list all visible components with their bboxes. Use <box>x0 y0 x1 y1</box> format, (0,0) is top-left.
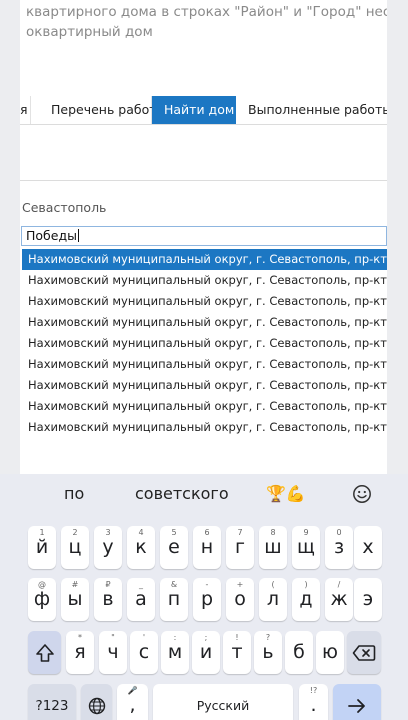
key[interactable]: 4к <box>127 526 155 569</box>
key[interactable]: ? ь <box>254 631 282 674</box>
intro-line-2: оквартирный дом <box>26 24 153 40</box>
comma-key[interactable]: 🎤, <box>117 684 148 720</box>
tab-partial[interactable]: я <box>20 96 31 124</box>
suggestion-item[interactable]: Нахимовский муниципальный округ, г. Сева… <box>22 291 387 312</box>
suggestion-strip: по советского 🏆💪 <box>0 474 408 516</box>
intro-line-1: квартирного дома в строках "Район" и "Го… <box>26 4 387 20</box>
key[interactable]: (л <box>259 578 287 621</box>
space-key[interactable]: Русский <box>153 684 293 720</box>
suggestion-item[interactable]: Нахимовский муниципальный округ, г. Сева… <box>22 249 387 270</box>
key[interactable]: 1й <box>28 526 56 569</box>
prediction-3[interactable]: 🏆💪 <box>266 484 306 503</box>
key[interactable]: -р <box>193 578 221 621</box>
street-search-input[interactable]: Победы <box>21 226 387 246</box>
shift-key[interactable] <box>28 631 61 674</box>
key[interactable]: 7г <box>226 526 254 569</box>
key[interactable]: ю <box>316 631 344 674</box>
key[interactable]: _ а <box>127 578 155 621</box>
suggestion-item[interactable]: Нахимовский муниципальный округ, г. Сева… <box>22 375 387 396</box>
suggestion-item[interactable]: Нахимовский муниципальный округ, г. Сева… <box>22 333 387 354</box>
key[interactable]: 0з <box>325 526 353 569</box>
prediction-2[interactable]: советского <box>135 484 229 503</box>
key[interactable]: ' с <box>130 631 158 674</box>
key[interactable]: + о <box>226 578 254 621</box>
tab-completed-works[interactable]: Выполненные работы <box>236 96 387 124</box>
key[interactable]: 6н <box>193 526 221 569</box>
tab-find-house[interactable]: Найти дом <box>152 96 236 124</box>
key[interactable]: б <box>285 631 313 674</box>
key[interactable]: э <box>354 578 382 621</box>
enter-key[interactable] <box>333 684 381 720</box>
key[interactable]: " ч <box>99 631 127 674</box>
suggestion-item[interactable]: Нахимовский муниципальный округ, г. Сева… <box>22 396 387 417</box>
backspace-icon <box>352 644 376 661</box>
shift-icon <box>35 643 54 662</box>
language-key[interactable] <box>81 684 112 720</box>
key[interactable]: @ ф <box>28 578 56 621</box>
symbols-key[interactable]: ?123 <box>28 684 76 720</box>
suggestion-item[interactable]: Нахимовский муниципальный округ, г. Сева… <box>22 312 387 333</box>
key[interactable]: * я <box>66 631 94 674</box>
page-content: квартирного дома в строках "Район" и "Го… <box>20 0 387 474</box>
on-screen-keyboard: по советского 🏆💪 1й 2ц 3у 4к 5е 6н 7г 8ш… <box>0 474 408 720</box>
key[interactable]: ) д <box>292 578 320 621</box>
text-caret <box>77 229 79 242</box>
backspace-key[interactable] <box>347 631 381 674</box>
tab-work-list[interactable]: Перечень работ <box>31 96 157 124</box>
key[interactable]: :м <box>161 631 189 674</box>
suggestion-item[interactable]: Нахимовский муниципальный округ, г. Сева… <box>22 270 387 291</box>
key[interactable]: ! т <box>223 631 251 674</box>
tab-bar: я Перечень работ Найти дом Выполненные р… <box>20 96 387 125</box>
key[interactable]: / ж <box>325 578 353 621</box>
suggestion-list: Нахимовский муниципальный округ, г. Сева… <box>22 249 387 439</box>
search-input-value: Победы <box>26 228 77 243</box>
prediction-1[interactable]: по <box>64 484 84 503</box>
key[interactable]: 2ц <box>61 526 89 569</box>
suggestion-item[interactable]: Нахимовский муниципальный округ, г. Сева… <box>22 354 387 375</box>
key[interactable]: 9щ <box>292 526 320 569</box>
key[interactable]: 5е <box>160 526 188 569</box>
key[interactable]: & п <box>160 578 188 621</box>
globe-icon <box>88 697 105 714</box>
city-label: Севастополь <box>22 200 107 215</box>
arrow-right-icon <box>348 698 365 713</box>
web-page: квартирного дома в строках "Район" и "Го… <box>0 0 408 474</box>
suggestion-item[interactable]: Нахимовский муниципальный округ, г. Сева… <box>22 417 387 438</box>
intro-text: квартирного дома в строках "Район" и "Го… <box>26 2 387 42</box>
smiley-icon[interactable] <box>352 484 372 504</box>
mic-icon: 🎤 <box>127 686 138 695</box>
key[interactable]: 3у <box>94 526 122 569</box>
key[interactable]: ₽ в <box>94 578 122 621</box>
key[interactable]: х <box>354 526 382 569</box>
key[interactable]: 8ш <box>259 526 287 569</box>
divider <box>20 180 387 181</box>
period-key[interactable]: !?. <box>299 684 328 720</box>
key[interactable]: # ы <box>61 578 89 621</box>
key[interactable]: ; и <box>192 631 220 674</box>
